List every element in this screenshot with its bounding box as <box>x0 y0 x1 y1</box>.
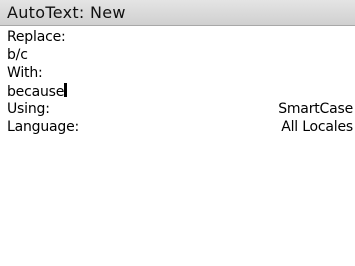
autotext-screen: AutoText: New Replace: b/c With: because… <box>0 0 355 266</box>
language-select[interactable]: All Locales <box>281 119 353 136</box>
with-label: With: <box>7 65 43 81</box>
text-cursor <box>64 83 68 97</box>
with-input-value[interactable]: because <box>7 84 64 101</box>
using-select[interactable]: SmartCase <box>278 101 353 118</box>
with-input[interactable]: because <box>7 83 68 101</box>
replace-label: Replace: <box>7 29 66 45</box>
replace-input-value[interactable]: b/c <box>7 47 28 64</box>
screen-title: AutoText: New <box>7 3 126 22</box>
language-label: Language: <box>7 119 80 135</box>
using-field[interactable]: Using: SmartCase <box>7 101 353 118</box>
using-label: Using: <box>7 101 50 117</box>
title-bar: AutoText: New <box>0 0 355 26</box>
language-field[interactable]: Language: All Locales <box>7 119 353 136</box>
replace-input[interactable]: b/c <box>7 47 28 64</box>
